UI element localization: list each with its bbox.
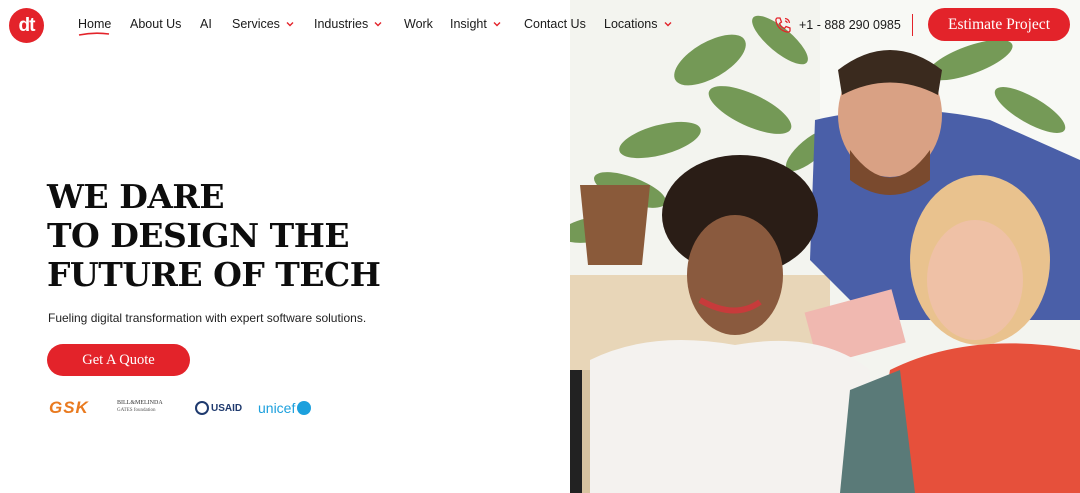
nav-item-label: AI <box>200 17 212 31</box>
usaid-wordmark: USAID <box>211 402 243 414</box>
phone-number: +1 - 888 290 0985 <box>799 18 901 32</box>
client-logo-gates-foundation: BILL&MELINDA GATES foundation <box>117 400 177 420</box>
nav-item-contact-us[interactable]: Contact Us <box>524 17 586 31</box>
nav-item-industries[interactable]: Industries <box>314 17 383 31</box>
gsk-wordmark: GSK <box>49 398 89 417</box>
nav-item-work[interactable]: Work <box>404 17 433 31</box>
phone-link[interactable]: +1 - 888 290 0985 <box>773 15 901 35</box>
client-logo-usaid: USAID <box>195 398 242 418</box>
site-header: dt Home About Us AI Services Industries … <box>0 0 1080 50</box>
chevron-down-icon <box>286 22 294 27</box>
header-divider <box>912 14 913 36</box>
nav-item-label: About Us <box>130 17 182 31</box>
hero-headline: WE DARE TO DESIGN THE FUTURE OF TECH <box>47 177 547 294</box>
chevron-down-icon <box>493 22 501 27</box>
brand-logo[interactable]: dt <box>9 8 44 43</box>
nav-item-label: Industries <box>314 17 369 31</box>
hero-subtitle: Fueling digital transformation with expe… <box>48 311 367 325</box>
nav-item-home[interactable]: Home <box>78 17 112 36</box>
headline-line: FUTURE OF TECH <box>47 255 381 294</box>
usaid-seal-icon <box>195 401 209 415</box>
active-underline <box>78 32 110 36</box>
nav-item-label: Locations <box>604 17 658 31</box>
nav-item-label: Home <box>78 17 112 31</box>
nav-item-insight[interactable]: Insight <box>450 17 502 31</box>
nav-item-label: Work <box>404 17 433 31</box>
unicef-wordmark: unicef <box>258 400 296 416</box>
nav-item-label: Services <box>232 17 280 31</box>
client-logo-gsk: GSK <box>49 398 89 418</box>
phone-icon <box>775 17 791 33</box>
hero-photo <box>570 0 1080 493</box>
nav-item-label: Insight <box>450 17 487 31</box>
nav-item-about-us[interactable]: About Us <box>130 17 181 31</box>
gates-line2: GATES foundation <box>117 408 156 413</box>
estimate-project-button[interactable]: Estimate Project <box>928 8 1070 41</box>
get-a-quote-button[interactable]: Get A Quote <box>47 344 190 376</box>
headline-line: WE DARE <box>47 177 225 216</box>
chevron-down-icon <box>374 22 382 27</box>
nav-item-services[interactable]: Services <box>232 17 295 31</box>
logo-text: dt <box>18 14 36 36</box>
nav-item-label: Contact Us <box>524 17 586 31</box>
client-logo-unicef: unicef <box>258 398 312 418</box>
unicef-globe-icon <box>297 401 312 415</box>
gates-line1: BILL&MELINDA <box>117 400 163 406</box>
headline-line: TO DESIGN THE <box>47 216 350 255</box>
chevron-down-icon <box>664 22 672 27</box>
nav-item-locations[interactable]: Locations <box>604 17 673 31</box>
nav-item-ai[interactable]: AI <box>200 17 212 31</box>
